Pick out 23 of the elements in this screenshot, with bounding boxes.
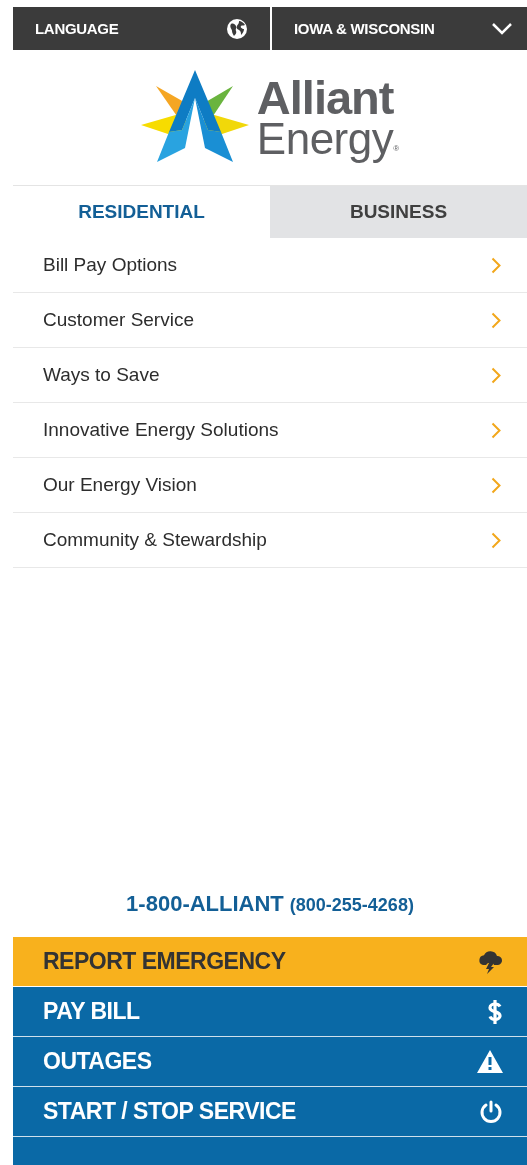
chevron-right-icon [491,421,501,439]
warning-icon [477,1050,503,1073]
region-dropdown[interactable]: IOWA & WISCONSIN [272,7,527,50]
power-icon [479,1099,503,1124]
action-button[interactable]: OUTAGES [13,1037,527,1087]
segment-tab[interactable]: BUSINESS [270,186,527,238]
storm-cloud-icon [477,949,503,974]
action-button[interactable]: PAY BILL [13,987,527,1037]
action-button[interactable]: START / STOP SERVICE [13,1087,527,1137]
action-button[interactable]: REPORT EMERGENCY [13,937,527,987]
phone-link[interactable]: 1-800-ALLIANT [126,891,284,917]
phone-number[interactable]: (800-255-4268) [289,895,414,916]
chevron-right-icon [491,531,501,549]
chevron-right-icon [491,311,501,329]
brand-name: Alliant [256,76,395,119]
chevron-right-icon [491,366,501,384]
registered-mark: ® [393,145,400,153]
language-button[interactable]: LANGUAGE [13,7,270,50]
chevron-right-icon [491,476,501,494]
chevron-right-icon [491,256,501,274]
chevron-down-icon [491,21,513,36]
dollar-icon [487,998,503,1025]
globe-icon [226,17,248,40]
